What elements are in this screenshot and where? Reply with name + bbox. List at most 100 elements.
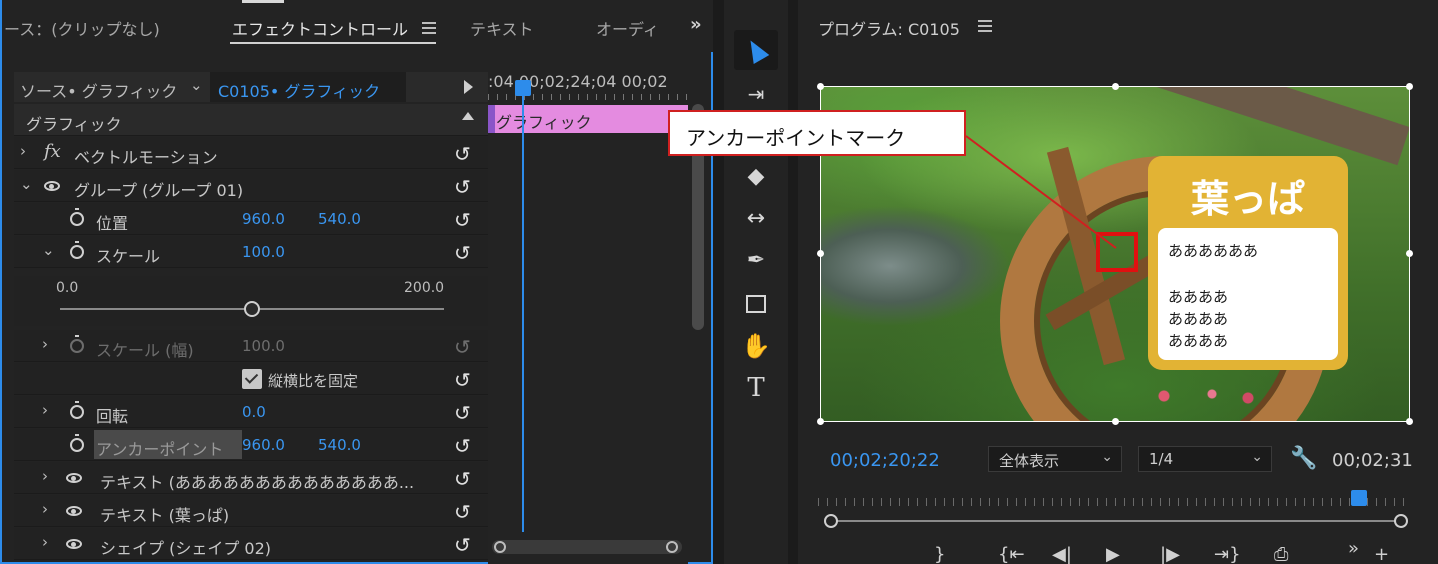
tab-source[interactable]: ース：(クリップなし) (4, 16, 160, 40)
scale-slider-area: 0.0 200.0 (14, 276, 488, 326)
reset-icon[interactable]: ↺ (454, 175, 471, 199)
tab-audio[interactable]: オーディ (596, 16, 659, 40)
zoom-knob-right[interactable] (1394, 514, 1408, 528)
go-to-out-icon[interactable]: ⇥} (1214, 544, 1241, 564)
collapse-arrow-icon[interactable]: ⌄ (42, 241, 55, 259)
program-zoom-bar[interactable] (824, 514, 1408, 528)
eye-icon[interactable] (66, 506, 82, 516)
expand-arrow-icon[interactable]: › (42, 500, 48, 518)
rectangle-icon (746, 295, 766, 313)
aspect-lock-checkbox[interactable] (242, 369, 262, 389)
playhead-handle[interactable] (515, 80, 531, 96)
eye-icon[interactable] (66, 473, 82, 483)
reset-icon[interactable]: ↺ (454, 500, 471, 524)
play-triangle-icon[interactable] (464, 80, 473, 94)
reset-icon[interactable]: ↺ (454, 533, 471, 557)
graphic-header-label: グラフィック (26, 115, 122, 134)
bbox-handle[interactable] (1406, 250, 1413, 257)
track-select-tool[interactable]: ⇥ (734, 74, 778, 114)
row-text-2[interactable]: › テキスト (葉っぱ) ↺ (14, 495, 488, 527)
current-timecode[interactable]: 00;02;20;22 (830, 450, 940, 471)
scroll-knob-right[interactable] (666, 541, 678, 553)
rotation-value[interactable]: 0.0 (242, 403, 266, 421)
collapse-caret-icon[interactable] (462, 112, 474, 120)
scale-value[interactable]: 100.0 (242, 243, 285, 261)
anchor-x-value[interactable]: 960.0 (242, 436, 285, 454)
position-x-value[interactable]: 960.0 (242, 210, 285, 228)
reset-icon[interactable]: ↺ (454, 208, 471, 232)
expand-arrow-icon[interactable]: › (42, 533, 48, 551)
row-group[interactable]: ⌄ グループ (グループ 01) ↺ (14, 170, 488, 202)
stopwatch-icon[interactable] (70, 434, 84, 452)
scroll-knob-left[interactable] (494, 541, 506, 553)
rectangle-tool[interactable] (734, 284, 778, 324)
row-shape[interactable]: › シェイプ (シェイプ 02) ↺ (14, 528, 488, 560)
resolution-label: 1/4 (1149, 450, 1174, 468)
collapse-arrow-icon[interactable]: ⌄ (20, 175, 33, 193)
chevron-down-icon[interactable]: ⌄ (190, 76, 203, 94)
bbox-handle[interactable] (1112, 83, 1119, 90)
expand-arrow-icon[interactable]: › (20, 142, 26, 160)
graphic-header-row[interactable]: グラフィック (14, 104, 488, 136)
export-frame-icon[interactable]: ⎙ (1274, 544, 1288, 564)
add-button-icon[interactable]: + (1374, 544, 1389, 564)
fx-icon[interactable]: fx (44, 141, 61, 162)
zoom-knob-left[interactable] (824, 514, 838, 528)
reset-icon[interactable]: ↺ (454, 142, 471, 166)
resolution-select[interactable]: 1/4 ⌄ (1138, 446, 1272, 472)
overflow-icon[interactable]: » (1348, 538, 1359, 559)
reset-icon[interactable]: ↺ (454, 401, 471, 425)
position-y-value[interactable]: 540.0 (318, 210, 361, 228)
bbox-handle[interactable] (817, 83, 824, 90)
row-vector-motion[interactable]: › fx ベクトルモーション ↺ (14, 137, 488, 169)
go-to-in-icon[interactable]: {⇤ (998, 544, 1025, 564)
clip-selector[interactable]: C0105• グラフィック (210, 72, 406, 102)
expand-arrow-icon[interactable]: › (42, 467, 48, 485)
reset-icon[interactable]: ↺ (454, 368, 471, 392)
pen-tool[interactable]: ✒ (734, 240, 778, 280)
panel-menu-icon[interactable] (422, 22, 436, 34)
slip-tool[interactable]: ↔ (734, 198, 778, 238)
eye-icon[interactable] (66, 539, 82, 549)
program-ruler[interactable] (818, 498, 1404, 506)
bbox-handle[interactable] (1406, 418, 1413, 425)
reset-icon[interactable]: ↺ (454, 434, 471, 458)
bbox-handle[interactable] (1112, 418, 1119, 425)
expand-arrow-icon[interactable]: › (42, 335, 48, 353)
step-forward-icon[interactable]: |▶ (1160, 544, 1180, 564)
step-back-icon[interactable]: ◀| (1052, 544, 1072, 564)
scale-slider-thumb[interactable] (244, 301, 260, 317)
anchor-y-value[interactable]: 540.0 (318, 436, 361, 454)
tab-text[interactable]: テキスト (470, 16, 534, 40)
wrench-icon[interactable]: 🔧 (1290, 446, 1317, 471)
chevron-down-icon: ⌄ (1101, 449, 1113, 465)
stopwatch-icon (70, 335, 84, 353)
timeline-scrollbar[interactable] (492, 540, 682, 554)
play-icon[interactable]: ▶ (1106, 544, 1120, 564)
graphic-clip-bar[interactable]: グラフィック (488, 105, 688, 133)
expand-arrow-icon[interactable]: › (42, 401, 48, 419)
hand-tool[interactable]: ✋ (734, 326, 778, 366)
stopwatch-icon[interactable] (70, 401, 84, 419)
selection-tool[interactable] (734, 30, 778, 70)
reset-icon: ↺ (454, 335, 471, 359)
reset-icon[interactable]: ↺ (454, 241, 471, 265)
bbox-handle[interactable] (1406, 83, 1413, 90)
hand-icon: ✋ (741, 332, 771, 360)
zoom-level-select[interactable]: 全体表示 ⌄ (988, 446, 1122, 472)
stopwatch-icon[interactable] (70, 241, 84, 259)
type-tool[interactable]: T (734, 368, 778, 408)
bbox-handle[interactable] (817, 418, 824, 425)
program-playhead[interactable] (1351, 490, 1367, 506)
bbox-handle[interactable] (817, 250, 824, 257)
selection-arrow-icon (742, 35, 770, 65)
razor-tool[interactable]: ◆ (734, 156, 778, 196)
row-text-1[interactable]: › テキスト (ああああああああああああああ... ↺ (14, 462, 488, 494)
reset-icon[interactable]: ↺ (454, 467, 471, 491)
stopwatch-icon[interactable] (70, 208, 84, 226)
program-menu-icon[interactable] (978, 20, 992, 32)
tab-effect-controls[interactable]: エフェクトコントロール (232, 16, 408, 40)
mark-in-icon[interactable]: } (934, 544, 945, 564)
eye-icon[interactable] (44, 181, 60, 191)
tabs-overflow-icon[interactable]: » (690, 14, 702, 35)
